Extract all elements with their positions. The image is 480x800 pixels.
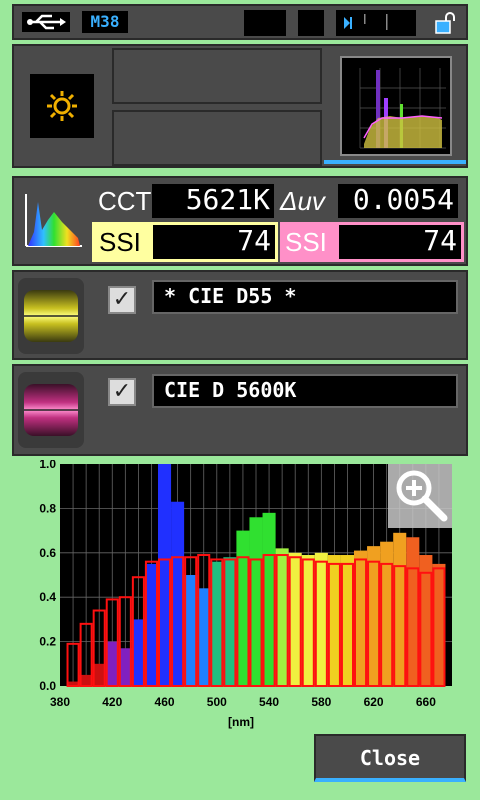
cct-label: CCT	[98, 186, 152, 216]
x-tick-label: 420	[102, 695, 122, 709]
x-axis-label: [nm]	[228, 715, 254, 729]
spectrum-thumbnail	[340, 56, 452, 156]
status-bar: M38	[12, 4, 468, 40]
blank-slot-top	[112, 48, 322, 104]
unlock-icon[interactable]	[434, 12, 458, 34]
y-tick-label: 0.6	[39, 546, 56, 560]
x-tick-label: 580	[311, 695, 331, 709]
y-tick-label: 0.2	[39, 635, 56, 649]
blank-slot-bottom	[112, 110, 322, 166]
y-tick-label: 0.0	[39, 679, 56, 693]
ssi-primary-group: SSI 74	[92, 222, 278, 262]
yellow-swatch-button[interactable]	[18, 278, 84, 354]
yellow-capsule-icon	[24, 290, 78, 342]
x-tick-label: 620	[364, 695, 384, 709]
duv-label: Δuv	[280, 186, 325, 216]
pink-swatch-button[interactable]	[18, 372, 84, 448]
usb-icon	[22, 12, 70, 32]
status-slot-1	[244, 10, 286, 36]
spectrum-thumbnail-button[interactable]	[324, 48, 466, 164]
y-tick-label: 1.0	[39, 460, 56, 471]
x-tick-label: 460	[155, 695, 175, 709]
mode-panel	[12, 44, 468, 168]
memory-channel-label: M38	[82, 11, 128, 33]
sun-icon	[47, 91, 77, 121]
y-tick-label: 0.4	[39, 590, 56, 604]
x-tick-label: 540	[259, 695, 279, 709]
reference-row-1: ✓ * CIE D55 *	[12, 270, 468, 360]
x-tick-label: 660	[416, 695, 436, 709]
ssi-primary-value: 74	[153, 225, 275, 259]
reference-row-2: ✓ CIE D 5600K	[12, 364, 468, 456]
pink-capsule-icon	[24, 384, 78, 436]
reference-1-name[interactable]: * CIE D55 *	[152, 280, 458, 314]
playback-indicator	[336, 10, 416, 36]
reference-2-checkbox[interactable]: ✓	[108, 378, 136, 406]
ambient-light-button[interactable]	[30, 74, 94, 138]
measurement-panel: CCT 5621K Δuv 0.0054 SSI 74 SSI 74	[12, 176, 468, 266]
cct-value: 5621K	[152, 184, 274, 218]
zoom-button[interactable]	[388, 464, 452, 528]
ssi-secondary-value: 74	[339, 225, 461, 259]
ssi-primary-label: SSI	[99, 227, 141, 257]
duv-value: 0.0054	[338, 184, 458, 218]
x-tick-label: 380	[50, 695, 70, 709]
status-slot-2	[298, 10, 324, 36]
thumbnail-graph-icon	[359, 68, 446, 149]
spectrum-chart: 0.0 0.2 0.4 0.6 0.8 1.0 380 420 460 500 540 580 620…	[39, 460, 452, 729]
ssi-secondary-group: SSI 74	[280, 222, 464, 262]
x-tick-label: 500	[207, 695, 227, 709]
ssi-secondary-label: SSI	[285, 227, 327, 257]
y-tick-label: 0.8	[39, 501, 56, 515]
play-marker-icon	[344, 14, 388, 30]
spectrum-icon	[25, 194, 82, 247]
reference-2-name[interactable]: CIE D 5600K	[152, 374, 458, 408]
reference-1-checkbox[interactable]: ✓	[108, 286, 136, 314]
close-button[interactable]: Close	[314, 734, 466, 782]
